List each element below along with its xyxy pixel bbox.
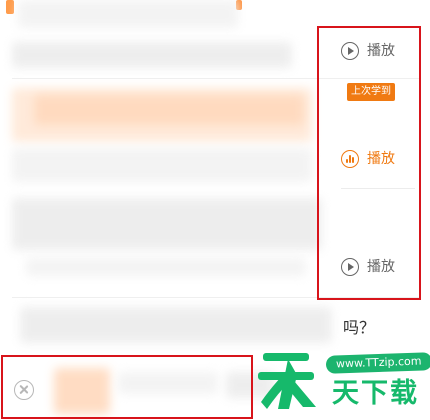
play-triangle-icon	[348, 263, 354, 271]
site-watermark-logo: www.TTzip.com 天下载	[250, 347, 430, 417]
active-play-button[interactable]: 播放	[341, 147, 395, 171]
play-triangle-icon	[348, 47, 354, 55]
play-button-1[interactable]: 播放	[341, 39, 395, 63]
audio-bar	[352, 157, 354, 163]
blurred-list-row-1	[12, 42, 292, 68]
audio-bars-icon	[346, 155, 354, 163]
audio-bar	[349, 155, 351, 163]
blurred-thumbnail	[54, 368, 110, 414]
audio-playing-icon	[341, 150, 359, 168]
divider	[12, 78, 420, 79]
last-learned-badge: 上次学到	[347, 83, 395, 101]
audio-bar	[346, 159, 348, 163]
close-icon[interactable]	[14, 380, 34, 400]
controls-divider	[341, 188, 415, 189]
blurred-list-row-2	[12, 148, 312, 182]
blurred-title-row	[18, 0, 238, 28]
play-icon	[341, 258, 359, 276]
blurred-list-row-3	[12, 198, 322, 250]
play-label: 播放	[367, 151, 395, 167]
play-icon	[341, 42, 359, 60]
divider	[12, 297, 420, 298]
top-left-accent	[6, 0, 14, 14]
watermark-url: www.TTzip.com	[325, 352, 430, 374]
play-button-2[interactable]: 播放	[341, 255, 395, 279]
blurred-list-row-5	[20, 307, 332, 343]
blurred-highlighted-text	[34, 95, 304, 125]
question-suffix-text: 吗？	[343, 318, 376, 337]
watermark-text: 天下载	[332, 378, 419, 409]
course-list-screen: 播放 上次学到 播放 播放 吗？ www.TTzip.com 天下载	[0, 0, 430, 420]
sky-character-icon	[258, 353, 316, 409]
blurred-list-row-4	[26, 258, 306, 276]
play-label: 播放	[367, 259, 395, 275]
blurred-bottom-title	[118, 372, 218, 394]
play-label: 播放	[367, 43, 395, 59]
